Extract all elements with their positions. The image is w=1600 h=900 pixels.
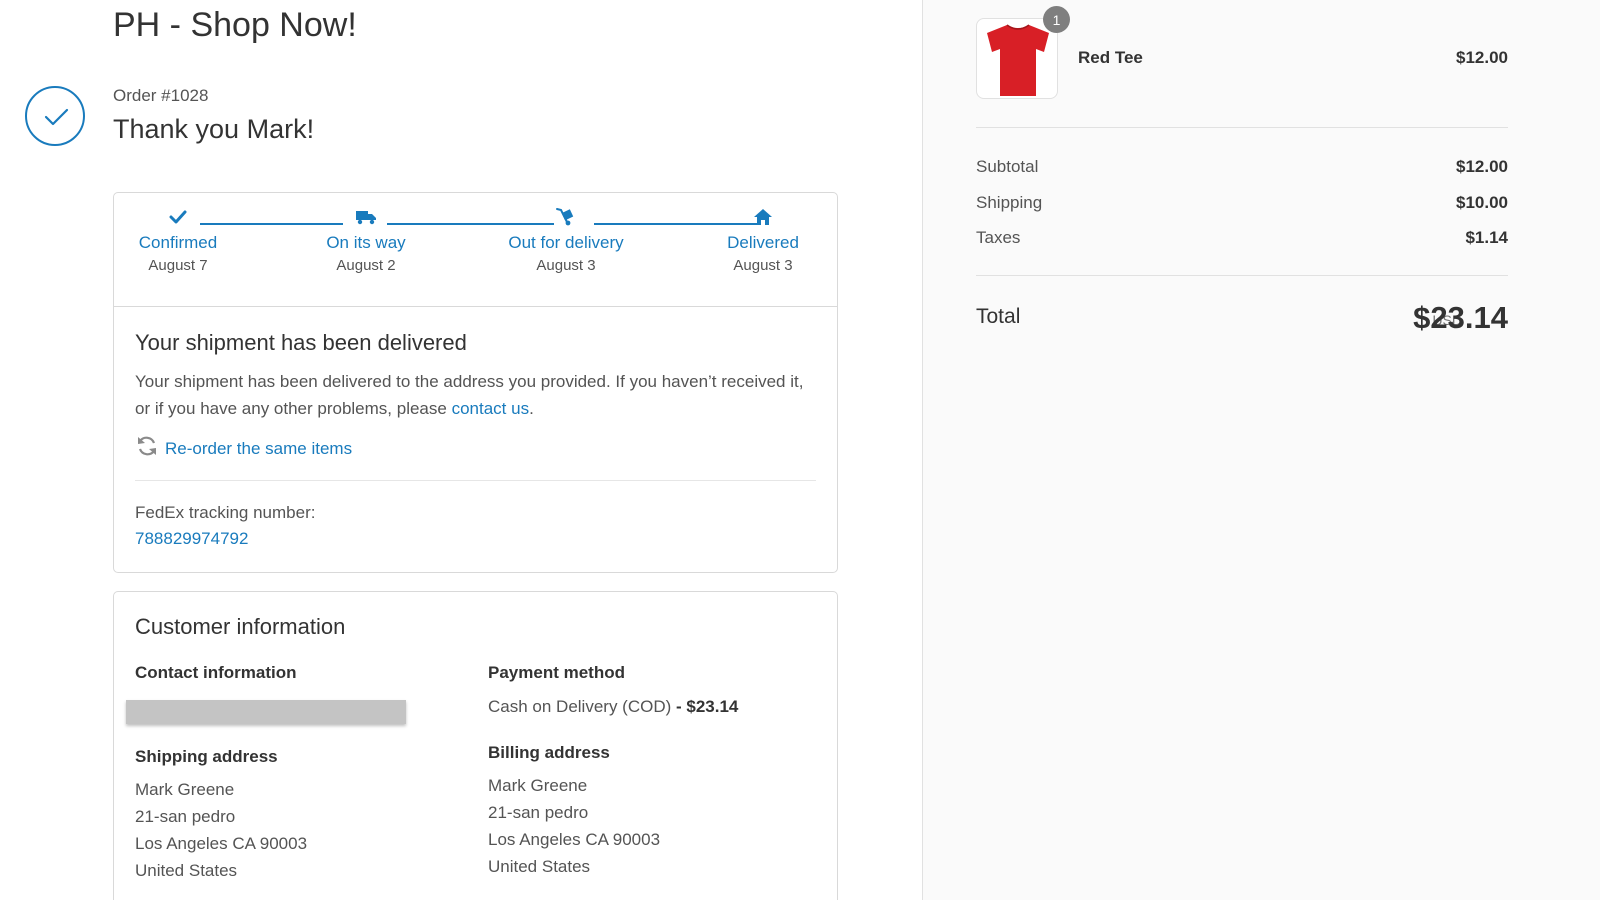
contact-info-heading: Contact information	[135, 663, 297, 682]
address-line: United States	[488, 857, 591, 876]
divider	[135, 480, 816, 481]
shipment-message-end: .	[529, 399, 534, 418]
tracking-label: FedEx tracking number:	[135, 503, 316, 522]
step-out-for-delivery: Out for delivery August 3	[489, 205, 643, 274]
subtotal-value: $12.00	[1456, 157, 1508, 176]
payment-method-name: Cash on Delivery (COD)	[488, 697, 672, 716]
product-thumbnail	[976, 18, 1058, 99]
shipment-message: Your shipment has been delivered to the …	[135, 368, 815, 422]
address-line: 21-san pedro	[135, 807, 236, 826]
delivery-progress: Confirmed August 7 On its way August 2 O…	[114, 193, 837, 307]
step-confirmed: Confirmed August 7	[119, 205, 237, 274]
payment-amount: - $23.14	[671, 697, 739, 716]
step-label: Delivered	[727, 233, 799, 252]
summary-divider	[976, 275, 1508, 276]
step-date: August 3	[733, 257, 793, 274]
thank-you-heading: Thank you Mark!	[113, 114, 315, 144]
order-number: Order #1028	[113, 86, 209, 105]
step-label: Confirmed	[138, 233, 218, 252]
total-label: Total	[976, 305, 1021, 328]
redacted-contact	[126, 700, 406, 724]
shipping-address-heading: Shipping address	[135, 747, 278, 766]
taxes-value: $1.14	[1465, 228, 1508, 247]
order-status-main: PH - Shop Now! Order #1028 Thank you Mar…	[0, 0, 922, 900]
step-date: August 3	[536, 257, 596, 274]
customer-info-heading: Customer information	[135, 614, 346, 639]
step-label: Out for delivery	[508, 233, 624, 252]
reorder-label: Re-order the same items	[165, 438, 353, 458]
checkmark-icon	[119, 205, 237, 229]
address-line: 21-san pedro	[488, 803, 589, 822]
product-price: $12.00	[1456, 48, 1508, 67]
address-line: Mark Greene	[135, 780, 235, 799]
hand-truck-icon	[489, 205, 643, 229]
step-on-its-way: On its way August 2	[307, 205, 425, 274]
product-name: Red Tee	[1078, 48, 1143, 67]
shipping-label: Shipping	[976, 193, 1043, 212]
refresh-icon	[135, 435, 159, 462]
quantity-badge: 1	[1043, 6, 1070, 33]
shipment-status-card: Confirmed August 7 On its way August 2 O…	[113, 192, 838, 573]
customer-info-card: Customer information Contact information…	[113, 591, 838, 900]
red-tshirt-icon	[987, 24, 1049, 96]
step-delivered: Delivered August 3	[711, 205, 815, 274]
subtotal-label: Subtotal	[976, 157, 1039, 176]
address-line: Los Angeles CA 90003	[488, 830, 661, 849]
step-date: August 2	[336, 257, 396, 274]
step-date: August 7	[148, 257, 208, 274]
summary-divider	[976, 127, 1508, 128]
tracking-number-link[interactable]: 788829974792	[135, 529, 248, 549]
order-confirmed-check-icon	[25, 86, 85, 146]
reorder-button[interactable]: Re-order the same items	[135, 435, 352, 462]
shipping-address: Mark Greene 21-san pedro Los Angeles CA …	[135, 776, 307, 884]
total-value: $23.14	[1413, 300, 1508, 335]
shipment-heading: Your shipment has been delivered	[135, 330, 467, 355]
contact-us-link[interactable]: contact us	[452, 399, 530, 418]
payment-method-heading: Payment method	[488, 663, 625, 682]
payment-method-value: Cash on Delivery (COD) - $23.14	[488, 693, 738, 720]
address-line: Los Angeles CA 90003	[135, 834, 308, 853]
taxes-label: Taxes	[976, 228, 1021, 247]
address-line: Mark Greene	[488, 776, 588, 795]
truck-icon	[307, 205, 425, 229]
order-summary-sidebar	[922, 0, 1600, 900]
step-label: On its way	[326, 233, 406, 252]
shipping-value: $10.00	[1456, 193, 1508, 212]
address-line: United States	[135, 861, 238, 880]
house-icon	[711, 205, 815, 229]
billing-address: Mark Greene 21-san pedro Los Angeles CA …	[488, 772, 660, 880]
shop-title[interactable]: PH - Shop Now!	[113, 6, 357, 45]
billing-address-heading: Billing address	[488, 743, 610, 762]
